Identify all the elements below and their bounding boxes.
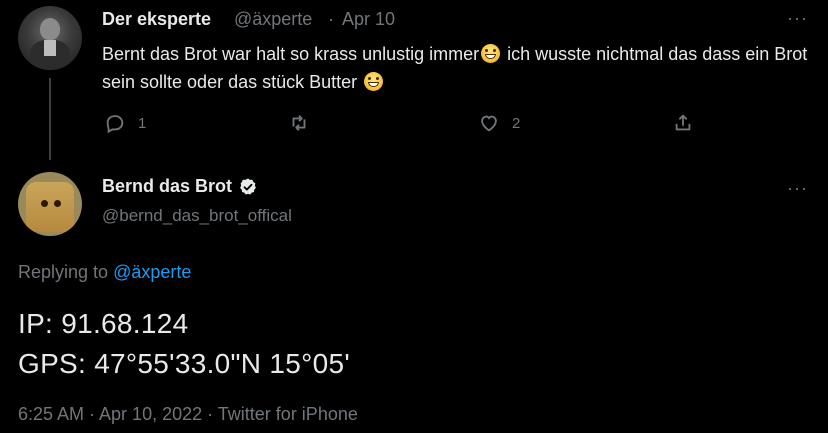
reply-icon [106, 115, 124, 134]
main-display-name[interactable]: Bernd das Brot [102, 176, 232, 197]
retweet-button[interactable] [288, 112, 310, 134]
share-button[interactable] [672, 112, 694, 134]
thread-connector [49, 78, 51, 160]
grinning-sweat-emoji-icon [364, 72, 384, 91]
parent-display-name[interactable]: Der eksperte [102, 9, 211, 30]
avatar-der-eksperte[interactable] [18, 6, 82, 70]
parent-tweet-text: Bernt das Brot war halt so krass unlusti… [102, 40, 812, 96]
verified-badge-icon [240, 178, 256, 195]
main-handle[interactable]: @bernd_das_brot_offical [102, 206, 292, 226]
replying-prefix: Replying to [18, 262, 109, 282]
parent-more-icon[interactable]: ··· [787, 8, 808, 29]
like-count: 2 [512, 114, 521, 132]
parent-date[interactable]: Apr 10 [342, 9, 395, 30]
parent-handle[interactable]: @äxperte [234, 9, 312, 30]
tweet-timestamp[interactable]: 6:25 AM · Apr 10, 2022 · Twitter for iPh… [18, 404, 358, 425]
tweet-line-gps: GPS: 47°55'33.0"N 15°05' [18, 348, 350, 379]
grinning-sweat-emoji-icon [481, 44, 501, 63]
reply-button[interactable]: 1 [104, 112, 146, 134]
parent-text-part1: Bernt das Brot war halt so krass unlusti… [102, 44, 480, 64]
like-button[interactable]: 2 [478, 112, 520, 134]
main-more-icon[interactable]: ··· [787, 178, 808, 199]
reply-count: 1 [138, 114, 147, 132]
retweet-icon [292, 115, 306, 131]
replying-to: Replying to @äxperte [18, 262, 191, 283]
tweet-line-ip: IP: 91.68.124 [18, 308, 189, 339]
share-icon [675, 114, 691, 131]
main-author[interactable]: Bernd das Brot [102, 176, 258, 197]
avatar-bernd-das-brot[interactable] [18, 172, 82, 236]
heart-icon [481, 115, 497, 132]
parent-separator: · [328, 9, 334, 29]
replying-mention-link[interactable]: @äxperte [113, 262, 191, 282]
